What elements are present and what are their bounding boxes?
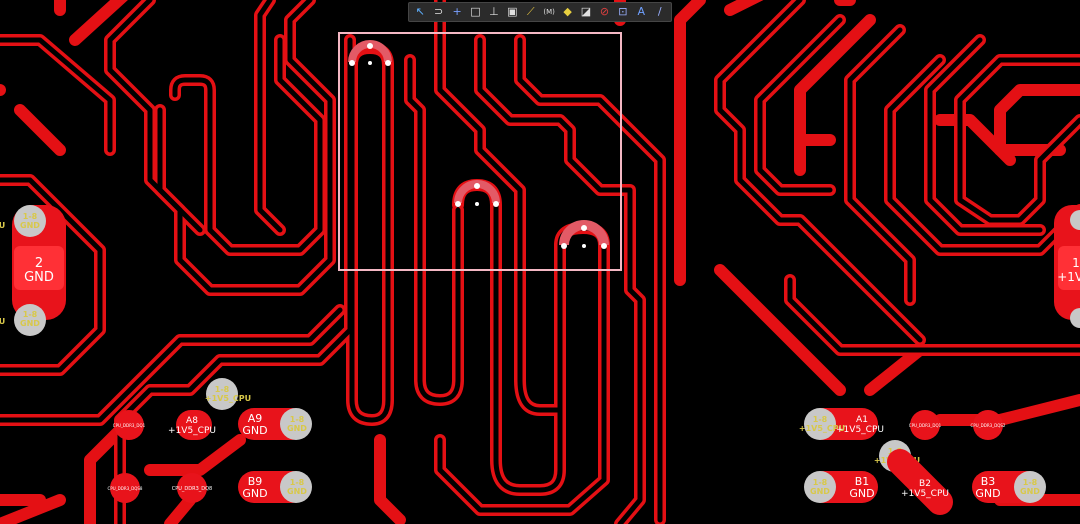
right-edge-footprint[interactable]: 1 +1V5: [1054, 205, 1080, 328]
edge-label: U: [0, 317, 5, 326]
line-tool-button[interactable]: /: [652, 4, 668, 20]
pad-number: A1: [856, 415, 868, 425]
rectangle-tool-button[interactable]: □: [467, 4, 483, 20]
pad-net-label: GND: [242, 487, 267, 500]
interactive-route-button[interactable]: ⟋: [523, 4, 539, 20]
pcb-canvas[interactable]: 1-8 GND 2 GND 1-8 GND U U 1 +1V5 1-8 +1V…: [0, 0, 1080, 524]
via-label: 1-8: [23, 310, 38, 319]
pad-net-label: GND: [849, 487, 874, 500]
pcb-toolbar: ↖ ⊃ + □ ⊥ ▣ ⟋ (M) ◆ ◪ ⊘ ⊡ A /: [408, 2, 672, 22]
via-net-label: GND: [20, 319, 40, 328]
via-label: 1-8: [813, 415, 828, 424]
crosshair-tool-button[interactable]: +: [449, 4, 465, 20]
small-pad-label: CPU_DDR3_DQS2: [971, 423, 1006, 428]
via-label: 1-8: [215, 385, 230, 394]
dimension-tool-icon: ⊡: [618, 5, 628, 18]
left-edge-footprint[interactable]: 1-8 GND 2 GND 1-8 GND U U: [0, 205, 66, 336]
small-pad-label: CPU_DDR3_DQ8: [172, 486, 213, 492]
keepout-tool-icon: ⊘: [599, 5, 610, 18]
pad-number: 2: [35, 256, 43, 271]
highlight-tool-icon: ◆: [563, 5, 572, 18]
pad-net-label: +1V5: [1057, 270, 1080, 284]
via-net-label: GND: [287, 487, 307, 496]
align-tool-button[interactable]: ⊥: [486, 4, 502, 20]
via-net-label: GND: [20, 221, 40, 230]
via-net-label: GND: [1020, 487, 1040, 496]
pad-net-label: +1V5_CPU: [836, 425, 884, 435]
diff-pair-button[interactable]: (M): [541, 4, 557, 20]
pad-number: A8: [186, 416, 198, 426]
polygon-tool-icon: ◪: [580, 5, 592, 18]
pad-net-label: +1V5_CPU: [901, 489, 949, 499]
edge-label: U: [0, 221, 5, 230]
text-tool-icon: A: [637, 5, 646, 18]
route-tool-icon: ⊃: [434, 5, 444, 18]
diff-pair-icon: (M): [543, 8, 555, 16]
interactive-route-icon: ⟋: [526, 5, 535, 18]
pad-net-label: GND: [242, 424, 267, 437]
small-pad-label: CPU_DDR3_DQ1: [909, 423, 942, 428]
crosshair-tool-icon: +: [452, 5, 462, 18]
via-net-label: GND: [287, 424, 307, 433]
keepout-tool-button[interactable]: ⊘: [596, 4, 612, 20]
via-label: 1-8: [813, 478, 828, 487]
copper-traces: [0, 0, 1080, 524]
via-net-label: GND: [810, 487, 830, 496]
component-tool-icon: ▣: [507, 5, 518, 18]
polygon-tool-button[interactable]: ◪: [578, 4, 594, 20]
select-tool-icon: ↖: [415, 5, 425, 18]
text-tool-button[interactable]: A: [633, 4, 649, 20]
align-tool-icon: ⊥: [489, 5, 499, 18]
highlight-tool-button[interactable]: ◆: [560, 4, 576, 20]
dimension-tool-button[interactable]: ⊡: [615, 4, 631, 20]
via-label: 1-8: [23, 212, 38, 221]
route-tool-button[interactable]: ⊃: [431, 4, 447, 20]
small-pad-label: CPU_DDR3_DQS8: [108, 486, 143, 491]
via-label: 1-8: [290, 415, 305, 424]
via-net-label: +1V5_CPU: [205, 394, 251, 403]
via-label: 1-8: [290, 478, 305, 487]
pad-net-label: GND: [975, 487, 1000, 500]
via-label: 1-8: [1023, 478, 1038, 487]
component-tool-button[interactable]: ▣: [504, 4, 520, 20]
pad-net-label: GND: [24, 270, 54, 285]
rectangle-tool-icon: □: [470, 5, 481, 18]
pad-number: B2: [919, 479, 931, 489]
select-tool-button[interactable]: ↖: [412, 4, 428, 20]
small-pad-label: CPU_DDR3_DQ1: [113, 423, 146, 428]
pad-number: 1: [1072, 256, 1080, 270]
pad-net-label: +1V5_CPU: [168, 426, 216, 436]
line-tool-icon: /: [657, 5, 662, 18]
